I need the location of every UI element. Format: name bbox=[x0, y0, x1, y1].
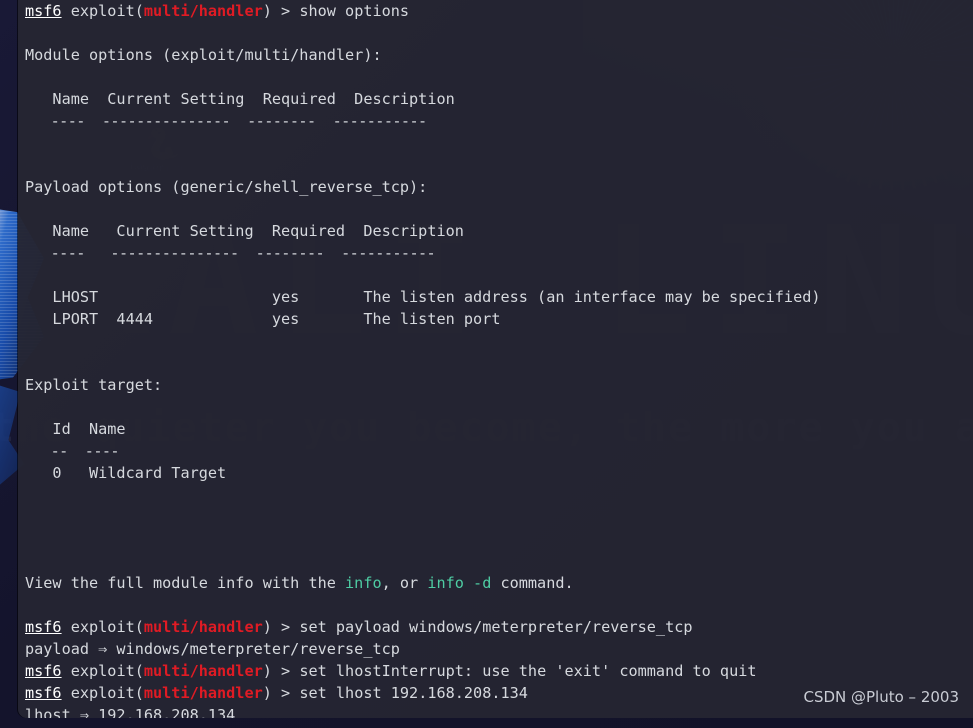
output-text: 0 Wildcard Target bbox=[25, 464, 227, 482]
prompt-module: multi/handler bbox=[143, 662, 263, 680]
prompt-host: msf6 bbox=[25, 662, 62, 680]
info-keyword-d: info -d bbox=[427, 574, 492, 592]
terminal-screen[interactable]: msf6 exploit(multi/handler) > show optio… bbox=[25, 0, 973, 718]
output-text: lhost ⇒ 192.168.208.134 bbox=[25, 706, 236, 718]
terminal-output-line: lhost ⇒ 192.168.208.134 bbox=[25, 704, 973, 718]
terminal-output-line: Module options (exploit/multi/handler): bbox=[25, 44, 973, 66]
prompt-module: multi/handler bbox=[143, 2, 263, 20]
output-text: Exploit target: bbox=[25, 376, 163, 394]
prompt-context-close: ) > bbox=[262, 684, 300, 702]
terminal-output-line: LPORT 4444 yes The listen port bbox=[25, 308, 973, 330]
terminal-output-line: Name Current Setting Required Descriptio… bbox=[25, 220, 973, 242]
info-text-post: command. bbox=[491, 574, 574, 592]
csdn-watermark: CSDN @Pluto – 2003 bbox=[803, 688, 959, 706]
output-text: Module options (exploit/multi/handler): bbox=[25, 46, 382, 64]
output-text: Name Current Setting Required Descriptio… bbox=[25, 90, 455, 108]
terminal-table-separator: ---- --------------- -------- ----------… bbox=[25, 110, 973, 132]
terminal-output-line: Name Current Setting Required Descriptio… bbox=[25, 88, 973, 110]
terminal-output-line: payload ⇒ windows/meterpreter/reverse_tc… bbox=[25, 638, 973, 660]
prompt-command: set lhostInterrupt: use the 'exit' comma… bbox=[299, 662, 757, 680]
terminal-table-separator: ---- --------------- -------- ----------… bbox=[25, 242, 973, 264]
terminal-output-line: Payload options (generic/shell_reverse_t… bbox=[25, 176, 973, 198]
prompt-command: show options bbox=[299, 2, 410, 20]
output-text: LPORT 4444 yes The listen port bbox=[25, 310, 501, 328]
table-separator-text: ---- --------------- -------- ----------… bbox=[25, 244, 436, 262]
terminal-info-line: View the full module info with the info,… bbox=[25, 572, 973, 594]
terminal-prompt-line: msf6 exploit(multi/handler) > show optio… bbox=[25, 0, 973, 22]
output-text: Payload options (generic/shell_reverse_t… bbox=[25, 178, 428, 196]
prompt-context-open: exploit( bbox=[61, 684, 144, 702]
output-text: payload ⇒ windows/meterpreter/reverse_tc… bbox=[25, 640, 400, 658]
prompt-context-close: ) > bbox=[262, 662, 300, 680]
prompt-context-close: ) > bbox=[262, 2, 300, 20]
prompt-context-open: exploit( bbox=[61, 662, 144, 680]
prompt-context-close: ) > bbox=[262, 618, 300, 636]
terminal-prompt-line: msf6 exploit(multi/handler) > set lhostI… bbox=[25, 660, 973, 682]
prompt-context-open: exploit( bbox=[61, 2, 144, 20]
prompt-command: set lhost 192.168.208.134 bbox=[299, 684, 528, 702]
prompt-host: msf6 bbox=[25, 618, 62, 636]
prompt-host: msf6 bbox=[25, 2, 62, 20]
output-text: Id Name bbox=[25, 420, 126, 438]
terminal-prompt-line: msf6 exploit(multi/handler) > set payloa… bbox=[25, 616, 973, 638]
prompt-host: msf6 bbox=[25, 684, 62, 702]
info-text-pre: View the full module info with the bbox=[25, 574, 346, 592]
output-text: LHOST yes The listen address (an interfa… bbox=[25, 288, 821, 306]
output-text: Name Current Setting Required Descriptio… bbox=[25, 222, 464, 240]
prompt-module: multi/handler bbox=[143, 684, 263, 702]
terminal-window[interactable]: msf6 exploit(multi/handler) > show optio… bbox=[18, 0, 973, 718]
terminal-table-separator: -- ---- bbox=[25, 440, 973, 462]
prompt-context-open: exploit( bbox=[61, 618, 144, 636]
prompt-command: set payload windows/meterpreter/reverse_… bbox=[299, 618, 693, 636]
info-keyword: info bbox=[345, 574, 382, 592]
table-separator-text: ---- --------------- -------- ----------… bbox=[25, 112, 428, 130]
terminal-output-line: 0 Wildcard Target bbox=[25, 462, 973, 484]
prompt-module: multi/handler bbox=[143, 618, 263, 636]
terminal-output-line: Exploit target: bbox=[25, 374, 973, 396]
terminal-output-line: LHOST yes The listen address (an interfa… bbox=[25, 286, 973, 308]
table-separator-text: -- ---- bbox=[25, 442, 120, 460]
info-text-mid: , or bbox=[381, 574, 428, 592]
terminal-output-line: Id Name bbox=[25, 418, 973, 440]
